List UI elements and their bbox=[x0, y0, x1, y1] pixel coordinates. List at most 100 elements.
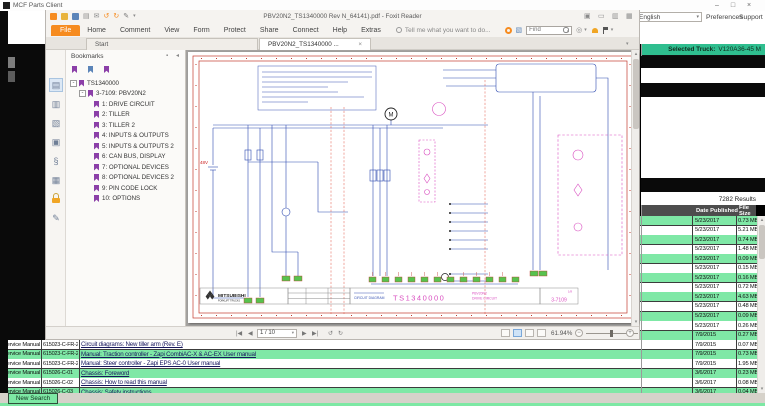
bookmarks-panel-icon[interactable]: ▤ bbox=[49, 78, 63, 92]
row-title-link[interactable]: Manual: Steer controller - Zapi EPS AC-0… bbox=[81, 359, 639, 368]
file-size-header[interactable]: File Size bbox=[739, 205, 756, 217]
support-link[interactable]: Support bbox=[739, 14, 763, 21]
scroll-down-icon[interactable]: ▾ bbox=[758, 385, 765, 393]
bookmark-item[interactable]: 4: INPUTS & OUTPUTS bbox=[66, 131, 186, 141]
bookmark-item[interactable]: -TS1340000 bbox=[66, 78, 186, 88]
comments-panel-icon[interactable]: ▣ bbox=[49, 135, 63, 149]
bookmark-item[interactable]: 7: OPTIONAL DEVICES bbox=[66, 162, 186, 172]
pages-panel-icon[interactable]: ▥ bbox=[49, 97, 63, 111]
collapse-icon[interactable]: - bbox=[79, 90, 86, 97]
bookmark-item[interactable]: 1: DRIVE CIRCUIT bbox=[66, 99, 186, 109]
table-row[interactable]: Service Manual 615023-C-FR-21 Manual: Tr… bbox=[0, 350, 765, 360]
layers-panel-icon[interactable]: ▧ bbox=[49, 116, 63, 130]
table-row[interactable]: Service Manual 615023-C-FR-22 Manual: St… bbox=[0, 359, 765, 369]
save-icon[interactable] bbox=[72, 13, 79, 20]
view-mode-icon[interactable]: ◎ bbox=[576, 27, 582, 34]
bookmark-item[interactable]: 6: CAN BUS, DISPLAY bbox=[66, 152, 186, 162]
open-folder-icon[interactable] bbox=[61, 13, 68, 20]
tab-start[interactable]: Start bbox=[86, 38, 258, 50]
pdf-page[interactable]: M 48V bbox=[188, 52, 638, 323]
panel-menu-icon[interactable]: ▪ bbox=[166, 53, 168, 60]
security-panel-icon[interactable] bbox=[49, 192, 63, 206]
row-title-link[interactable]: Chassis: How to read this manual bbox=[81, 378, 639, 387]
print-icon[interactable]: ▤ bbox=[83, 13, 90, 20]
snapshot-icon[interactable]: ▧ bbox=[516, 27, 523, 34]
add-bookmark-icon[interactable] bbox=[88, 66, 93, 73]
menu-view[interactable]: View bbox=[157, 27, 186, 34]
help-window-icon[interactable]: ▦ bbox=[626, 13, 633, 20]
toolbar-collapse-icon[interactable]: ▾ bbox=[626, 41, 629, 48]
preferences-link[interactable]: Preferences bbox=[706, 14, 743, 21]
table-row[interactable]: Service Manual 615026-C-01 Chassis: Fore… bbox=[0, 369, 765, 379]
last-page-icon[interactable]: ▶| bbox=[312, 330, 318, 337]
bookmark-item[interactable]: 8: OPTIONAL DEVICES 2 bbox=[66, 173, 186, 183]
zoom-slider-thumb[interactable] bbox=[610, 330, 613, 337]
hand-tool-icon[interactable]: ✎ bbox=[123, 13, 129, 20]
continuous-facing-view-icon[interactable] bbox=[537, 329, 546, 337]
new-search-button[interactable]: New Search bbox=[8, 393, 58, 404]
table-row[interactable]: Service Manual 615026-C-02 Chassis: How … bbox=[0, 378, 765, 388]
foxit-logo-icon[interactable] bbox=[50, 13, 57, 20]
menu-comment[interactable]: Comment bbox=[113, 27, 157, 34]
bookmark-item[interactable]: 5: INPUTS & OUTPUTS 2 bbox=[66, 141, 186, 151]
scroll-down-icon[interactable]: ▾ bbox=[632, 318, 640, 326]
redo-icon[interactable]: ↻ bbox=[113, 13, 119, 20]
collapse-panel-icon[interactable]: ◂ bbox=[176, 53, 179, 60]
menu-help[interactable]: Help bbox=[326, 27, 354, 34]
panel-tab[interactable] bbox=[8, 57, 15, 68]
prev-page-icon[interactable]: ◀ bbox=[248, 330, 253, 337]
single-page-view-icon[interactable] bbox=[501, 329, 510, 337]
next-page-icon[interactable]: ▶ bbox=[302, 330, 307, 337]
menu-form[interactable]: Form bbox=[186, 27, 216, 34]
restore-icon[interactable]: ▥ bbox=[612, 13, 619, 20]
tab-close-icon[interactable]: × bbox=[358, 41, 362, 48]
tell-me-box[interactable]: Tell me what you want to do... bbox=[405, 27, 491, 34]
bookmark-item[interactable]: 2: TILLER bbox=[66, 110, 186, 120]
date-published-header[interactable]: Date Published bbox=[696, 208, 738, 214]
row-title-link[interactable]: Chassis: Foreword bbox=[81, 369, 639, 378]
tab-document[interactable]: PBV20N2_TS1340000 ... × bbox=[259, 38, 371, 50]
facing-view-icon[interactable] bbox=[525, 329, 534, 337]
first-page-icon[interactable]: |◀ bbox=[236, 330, 242, 337]
zoom-in-icon[interactable]: + bbox=[626, 329, 634, 337]
expand-bookmarks-icon[interactable] bbox=[72, 66, 77, 73]
minimize-ribbon-icon[interactable]: ▭ bbox=[598, 13, 605, 20]
scroll-up-icon[interactable]: ▴ bbox=[758, 216, 765, 224]
signature-panel-icon[interactable]: ✎ bbox=[49, 211, 63, 225]
undo-icon[interactable]: ↺ bbox=[104, 13, 110, 20]
menu-extras[interactable]: Extras bbox=[354, 27, 388, 34]
table-row[interactable]: Service Manual 615023-C-FR-20 Circuit di… bbox=[0, 340, 765, 350]
table-scrollbar-thumb[interactable] bbox=[759, 225, 765, 259]
close-button[interactable]: × bbox=[742, 1, 756, 10]
viewer-scrollbar-thumb[interactable] bbox=[633, 59, 639, 129]
continuous-view-icon[interactable] bbox=[513, 329, 522, 337]
delete-bookmark-icon[interactable] bbox=[104, 66, 109, 73]
zoom-out-icon[interactable]: − bbox=[575, 329, 583, 337]
collapse-icon[interactable]: - bbox=[70, 80, 77, 87]
panel-tab[interactable] bbox=[8, 71, 15, 82]
search-icon[interactable] bbox=[563, 27, 569, 33]
rotate-left-icon[interactable]: ↺ bbox=[328, 330, 333, 337]
row-title-link[interactable]: Manual: Traction controller - Zapi Combi… bbox=[81, 350, 639, 359]
minimize-button[interactable]: – bbox=[710, 1, 724, 10]
menu-file[interactable]: File bbox=[51, 25, 80, 36]
rotate-right-icon[interactable]: ↻ bbox=[338, 330, 343, 337]
table-scrollbar[interactable]: ▴ ▾ bbox=[757, 216, 765, 393]
menu-home[interactable]: Home bbox=[80, 27, 113, 34]
language-select[interactable]: English ▾ bbox=[636, 12, 702, 22]
window-layout-icon[interactable]: ▣ bbox=[584, 13, 591, 20]
bookmark-item[interactable]: 10: OPTIONS bbox=[66, 194, 186, 204]
chevron-down-icon[interactable]: ▾ bbox=[611, 27, 614, 34]
find-box[interactable] bbox=[526, 26, 572, 35]
chevron-down-icon[interactable]: ▾ bbox=[584, 27, 587, 34]
scroll-up-icon[interactable]: ▴ bbox=[632, 50, 640, 58]
bookmark-item[interactable]: 9: PIN CODE LOCK bbox=[66, 183, 186, 193]
attachments-panel-icon[interactable]: § bbox=[49, 154, 63, 168]
menu-protect[interactable]: Protect bbox=[217, 27, 253, 34]
bell-icon[interactable] bbox=[592, 28, 598, 33]
menu-connect[interactable]: Connect bbox=[286, 27, 326, 34]
maximize-button[interactable]: □ bbox=[726, 1, 740, 10]
flag-icon[interactable] bbox=[603, 27, 609, 34]
bookmark-item[interactable]: 3: TILLER 2 bbox=[66, 120, 186, 130]
email-icon[interactable]: ✉ bbox=[94, 13, 100, 20]
